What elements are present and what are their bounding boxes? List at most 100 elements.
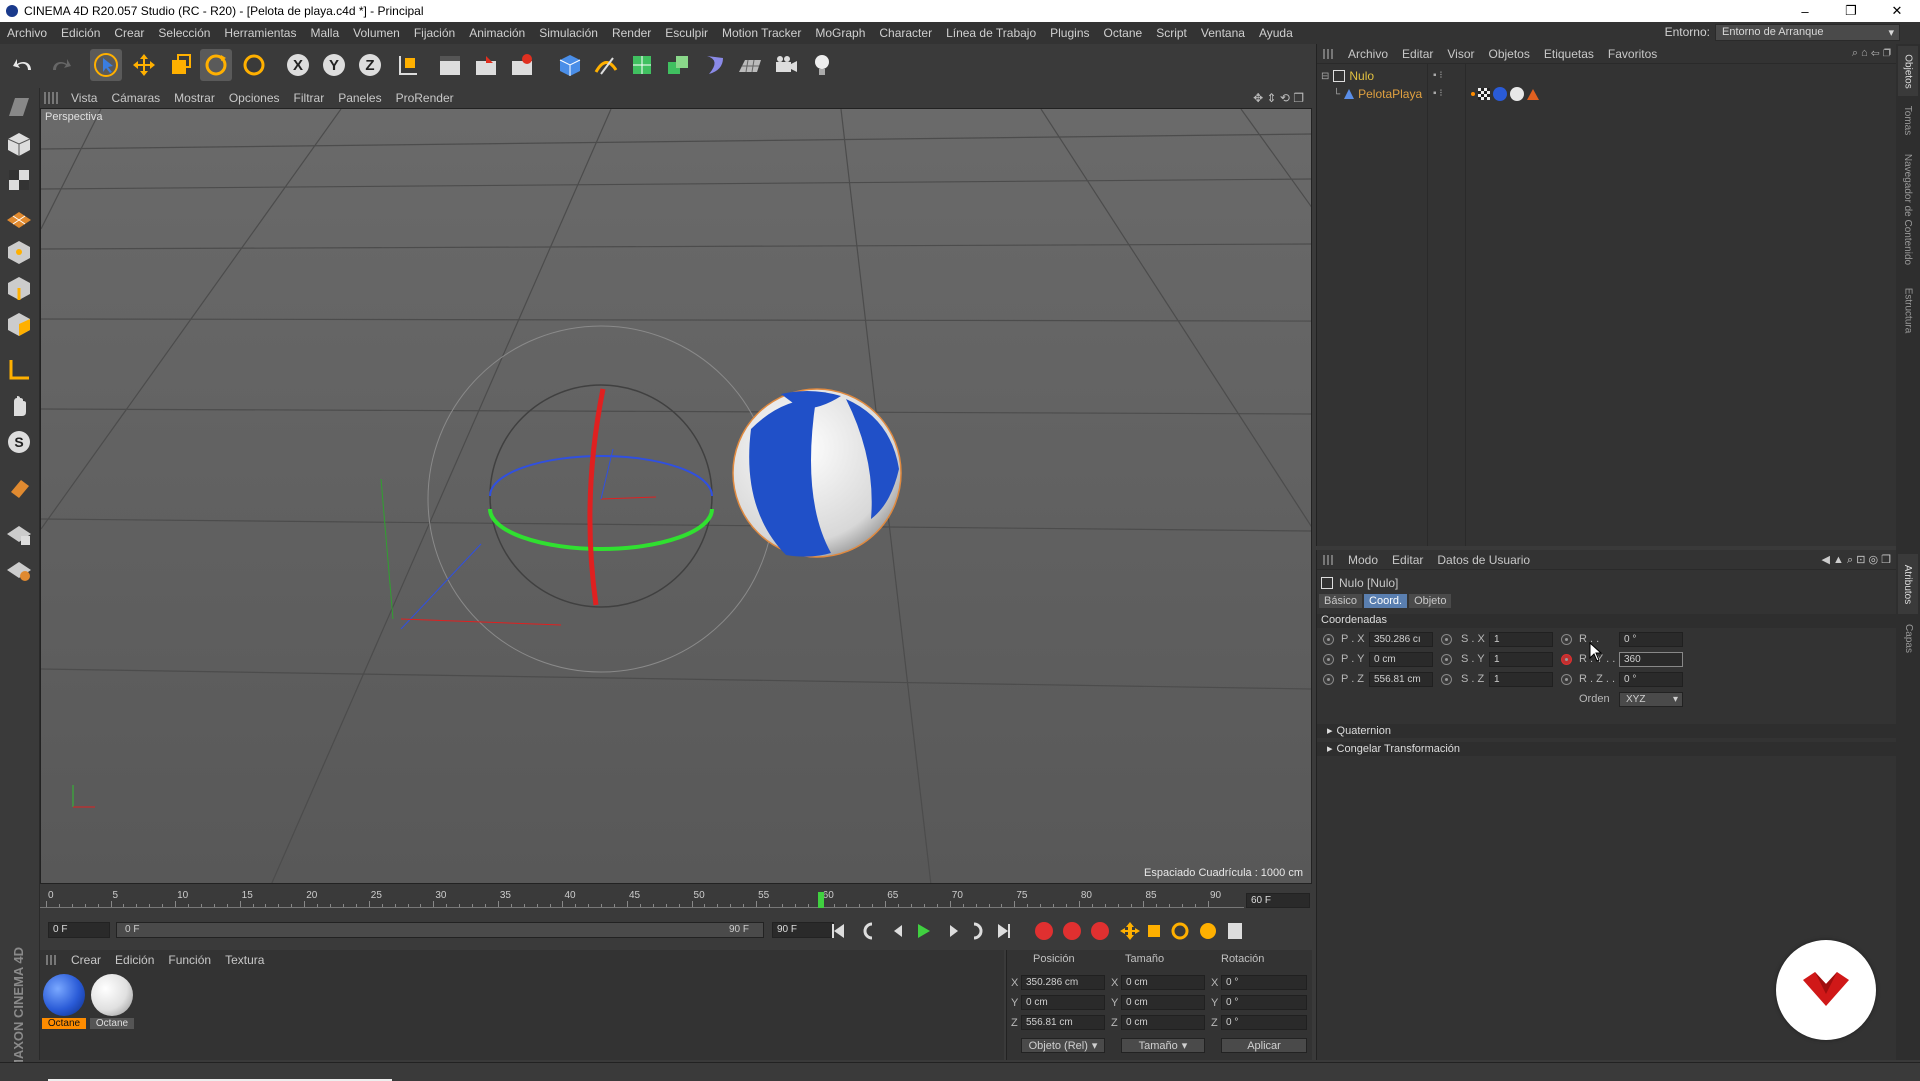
tab-estructura[interactable]: Estructura [1898,280,1918,340]
object-menu-archivo[interactable]: Archivo [1341,47,1395,61]
tab-objeto[interactable]: Objeto [1409,594,1452,608]
timeline-playhead[interactable] [817,892,824,908]
make-editable-button[interactable] [3,90,35,122]
menu-malla[interactable]: Malla [303,26,346,40]
tab-basico[interactable]: Básico [1319,594,1363,608]
select-tool-button[interactable] [90,49,122,81]
attr-sy-field[interactable]: 1 [1489,652,1553,667]
menu-ayuda[interactable]: Ayuda [1252,26,1300,40]
menu-motion-tracker[interactable]: Motion Tracker [715,26,808,40]
subdivision-button[interactable] [626,49,658,81]
attr-sz-field[interactable]: 1 [1489,672,1553,687]
section-quaternion[interactable]: ▸ Quaternion [1317,724,1897,738]
menu-octane[interactable]: Octane [1097,26,1150,40]
timeline-ruler[interactable]: 0 5 10 15 20 25 30 35 40 45 50 55 60 65 70 75 80 85 90 [40,890,1244,908]
cube-button[interactable] [554,49,586,81]
animate-toggle-active[interactable] [1561,654,1572,665]
points-mode-button[interactable] [3,236,35,268]
menu-herramientas[interactable]: Herramientas [217,26,303,40]
animate-toggle[interactable] [1441,654,1452,665]
material-menu-textura[interactable]: Textura [218,953,271,967]
snap-button[interactable]: S [3,426,35,458]
menu-character[interactable]: Character [872,26,939,40]
minimize-button[interactable]: – [1782,0,1828,22]
animate-toggle[interactable] [1441,674,1452,685]
animate-toggle[interactable] [1561,674,1572,685]
animate-toggle[interactable] [1323,654,1334,665]
maximize-button[interactable]: ❐ [1828,0,1874,22]
attr-ry-field[interactable]: 360 [1619,652,1683,667]
attr-sx-field[interactable]: 1 [1489,632,1553,647]
animate-toggle[interactable] [1323,634,1334,645]
attributes-menu-modo[interactable]: Modo [1341,553,1385,567]
workplane-mode-button[interactable] [3,200,35,232]
range-slider[interactable]: 0 F 90 F [116,922,764,938]
attributes-menu-datos[interactable]: Datos de Usuario [1430,553,1537,567]
tab-navegador[interactable]: Navegador de Contenido [1898,144,1918,274]
workplane-align-button[interactable] [3,554,35,586]
attr-pz-field[interactable]: 556.81 cm [1369,672,1433,687]
menu-render[interactable]: Render [605,26,658,40]
object-menu-etiquetas[interactable]: Etiquetas [1537,47,1601,61]
object-row-nulo[interactable]: ⊟ Nulo [1321,68,1374,84]
attributes-nav-tools[interactable]: ◀ ▲ ⌕ ⊡ ◎ ❐ [1822,553,1891,567]
attr-rh-field[interactable]: 0 ° [1619,632,1683,647]
environment-select[interactable]: Entorno de Arranque ▾ [1715,24,1900,41]
light-button[interactable] [806,49,838,81]
attr-rz-field[interactable]: 0 ° [1619,672,1683,687]
viewport-menu-mostrar[interactable]: Mostrar [167,91,222,105]
menu-mograph[interactable]: MoGraph [808,26,872,40]
coords-pos-x-field[interactable]: 350.286 cm [1021,975,1105,990]
menu-esculpir[interactable]: Esculpir [658,26,715,40]
object-visibility-toggle[interactable]: ▪ ⁝ [1433,88,1443,99]
close-button[interactable]: ✕ [1874,0,1920,22]
attr-py-field[interactable]: 0 cm [1369,652,1433,667]
object-menu-editar[interactable]: Editar [1395,47,1440,61]
viewport-menu-paneles[interactable]: Paneles [331,91,388,105]
coords-pos-y-field[interactable]: 0 cm [1021,995,1105,1010]
coords-size-select[interactable]: Tamaño ▾ [1121,1038,1205,1053]
viewport-menu-camaras[interactable]: Cámaras [104,91,167,105]
object-menu-objetos[interactable]: Objetos [1482,47,1537,61]
undo-button[interactable] [8,49,40,81]
coords-rot-y-field[interactable]: 0 ° [1221,995,1307,1010]
material-item-octane-white[interactable]: Octane [90,974,134,1030]
render-settings-button[interactable] [506,49,538,81]
viewport[interactable]: Perspectiva Espaciado Cuadrícula : 1000 … [40,108,1312,884]
object-visibility-toggle[interactable]: ▪ ⁝ [1433,70,1443,81]
animate-toggle[interactable] [1323,674,1334,685]
animate-toggle[interactable] [1441,634,1452,645]
coords-size-y-field[interactable]: 0 cm [1121,995,1205,1010]
material-menu-funcion[interactable]: Función [161,953,218,967]
menu-simulacion[interactable]: Simulación [532,26,605,40]
lock-workplane-button[interactable] [3,518,35,550]
transport-controls[interactable] [814,918,1244,944]
x-axis-button[interactable]: X [282,49,314,81]
beach-ball[interactable] [732,388,902,558]
tab-atributos[interactable]: Atributos [1898,554,1918,614]
section-congelar[interactable]: ▸ Congelar Transformación [1317,742,1897,756]
apply-button[interactable]: Aplicar [1221,1038,1307,1053]
tab-tomas[interactable]: Tomas [1898,100,1918,140]
menu-ventana[interactable]: Ventana [1194,26,1252,40]
coordinate-system-button[interactable] [392,49,424,81]
end-frame-field[interactable]: 60 F [1246,893,1310,908]
coords-size-z-field[interactable]: 0 cm [1121,1015,1205,1030]
menu-plugins[interactable]: Plugins [1043,26,1096,40]
menu-archivo[interactable]: Archivo [0,26,54,40]
y-axis-button[interactable]: Y [318,49,350,81]
coords-rot-x-field[interactable]: 0 ° [1221,975,1307,990]
z-axis-button[interactable]: Z [354,49,386,81]
menu-seleccion[interactable]: Selección [151,26,217,40]
viewport-menu-prorender[interactable]: ProRender [389,91,461,105]
move-tool-button[interactable] [128,49,160,81]
floor-button[interactable] [734,49,766,81]
tab-coord[interactable]: Coord. [1364,594,1408,608]
viewport-menu-opciones[interactable]: Opciones [222,91,287,105]
coords-size-x-field[interactable]: 0 cm [1121,975,1205,990]
polygons-mode-button[interactable] [3,308,35,340]
tab-objetos[interactable]: Objetos [1898,46,1918,96]
render-view-button[interactable] [434,49,466,81]
tab-capas[interactable]: Capas [1898,618,1918,658]
material-item-octane-blue[interactable]: Octane [42,974,86,1030]
